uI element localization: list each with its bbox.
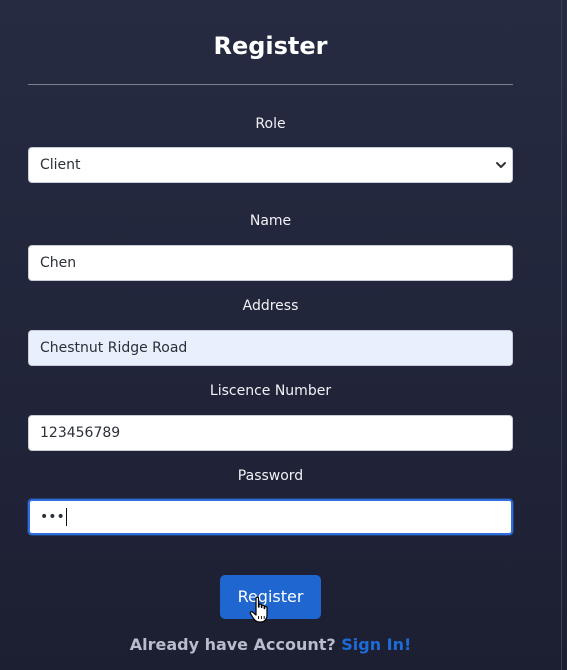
sign-in-link[interactable]: Sign In!	[341, 635, 411, 654]
licence-number-input[interactable]: 123456789	[28, 415, 513, 451]
chevron-down-icon	[496, 162, 506, 168]
page-edge-line	[561, 0, 562, 670]
signin-prompt: Already have Account? Sign In!	[0, 634, 541, 656]
role-select[interactable]: Client	[28, 147, 513, 183]
licence-number-value: 123456789	[40, 425, 121, 441]
name-label: Name	[249, 213, 292, 229]
password-input[interactable]: •••	[28, 499, 513, 535]
password-masked-value: •••	[40, 509, 65, 525]
page-title: Register	[213, 32, 328, 60]
register-page: Register Role Client Name Chen Address C…	[0, 0, 567, 670]
address-label: Address	[242, 298, 299, 314]
title-divider	[28, 84, 513, 85]
role-label: Role	[255, 116, 286, 132]
password-label: Password	[237, 468, 304, 484]
signin-prompt-text: Already have Account?	[129, 635, 336, 654]
name-input-value: Chen	[40, 255, 77, 271]
address-input[interactable]: Chestnut Ridge Road	[28, 330, 513, 366]
address-input-value: Chestnut Ridge Road	[40, 340, 188, 356]
name-input[interactable]: Chen	[28, 245, 513, 281]
text-caret	[65, 508, 67, 526]
hand-pointer-icon	[249, 596, 268, 623]
licence-number-label: Liscence Number	[209, 383, 332, 399]
role-selected-value: Client	[40, 157, 81, 173]
